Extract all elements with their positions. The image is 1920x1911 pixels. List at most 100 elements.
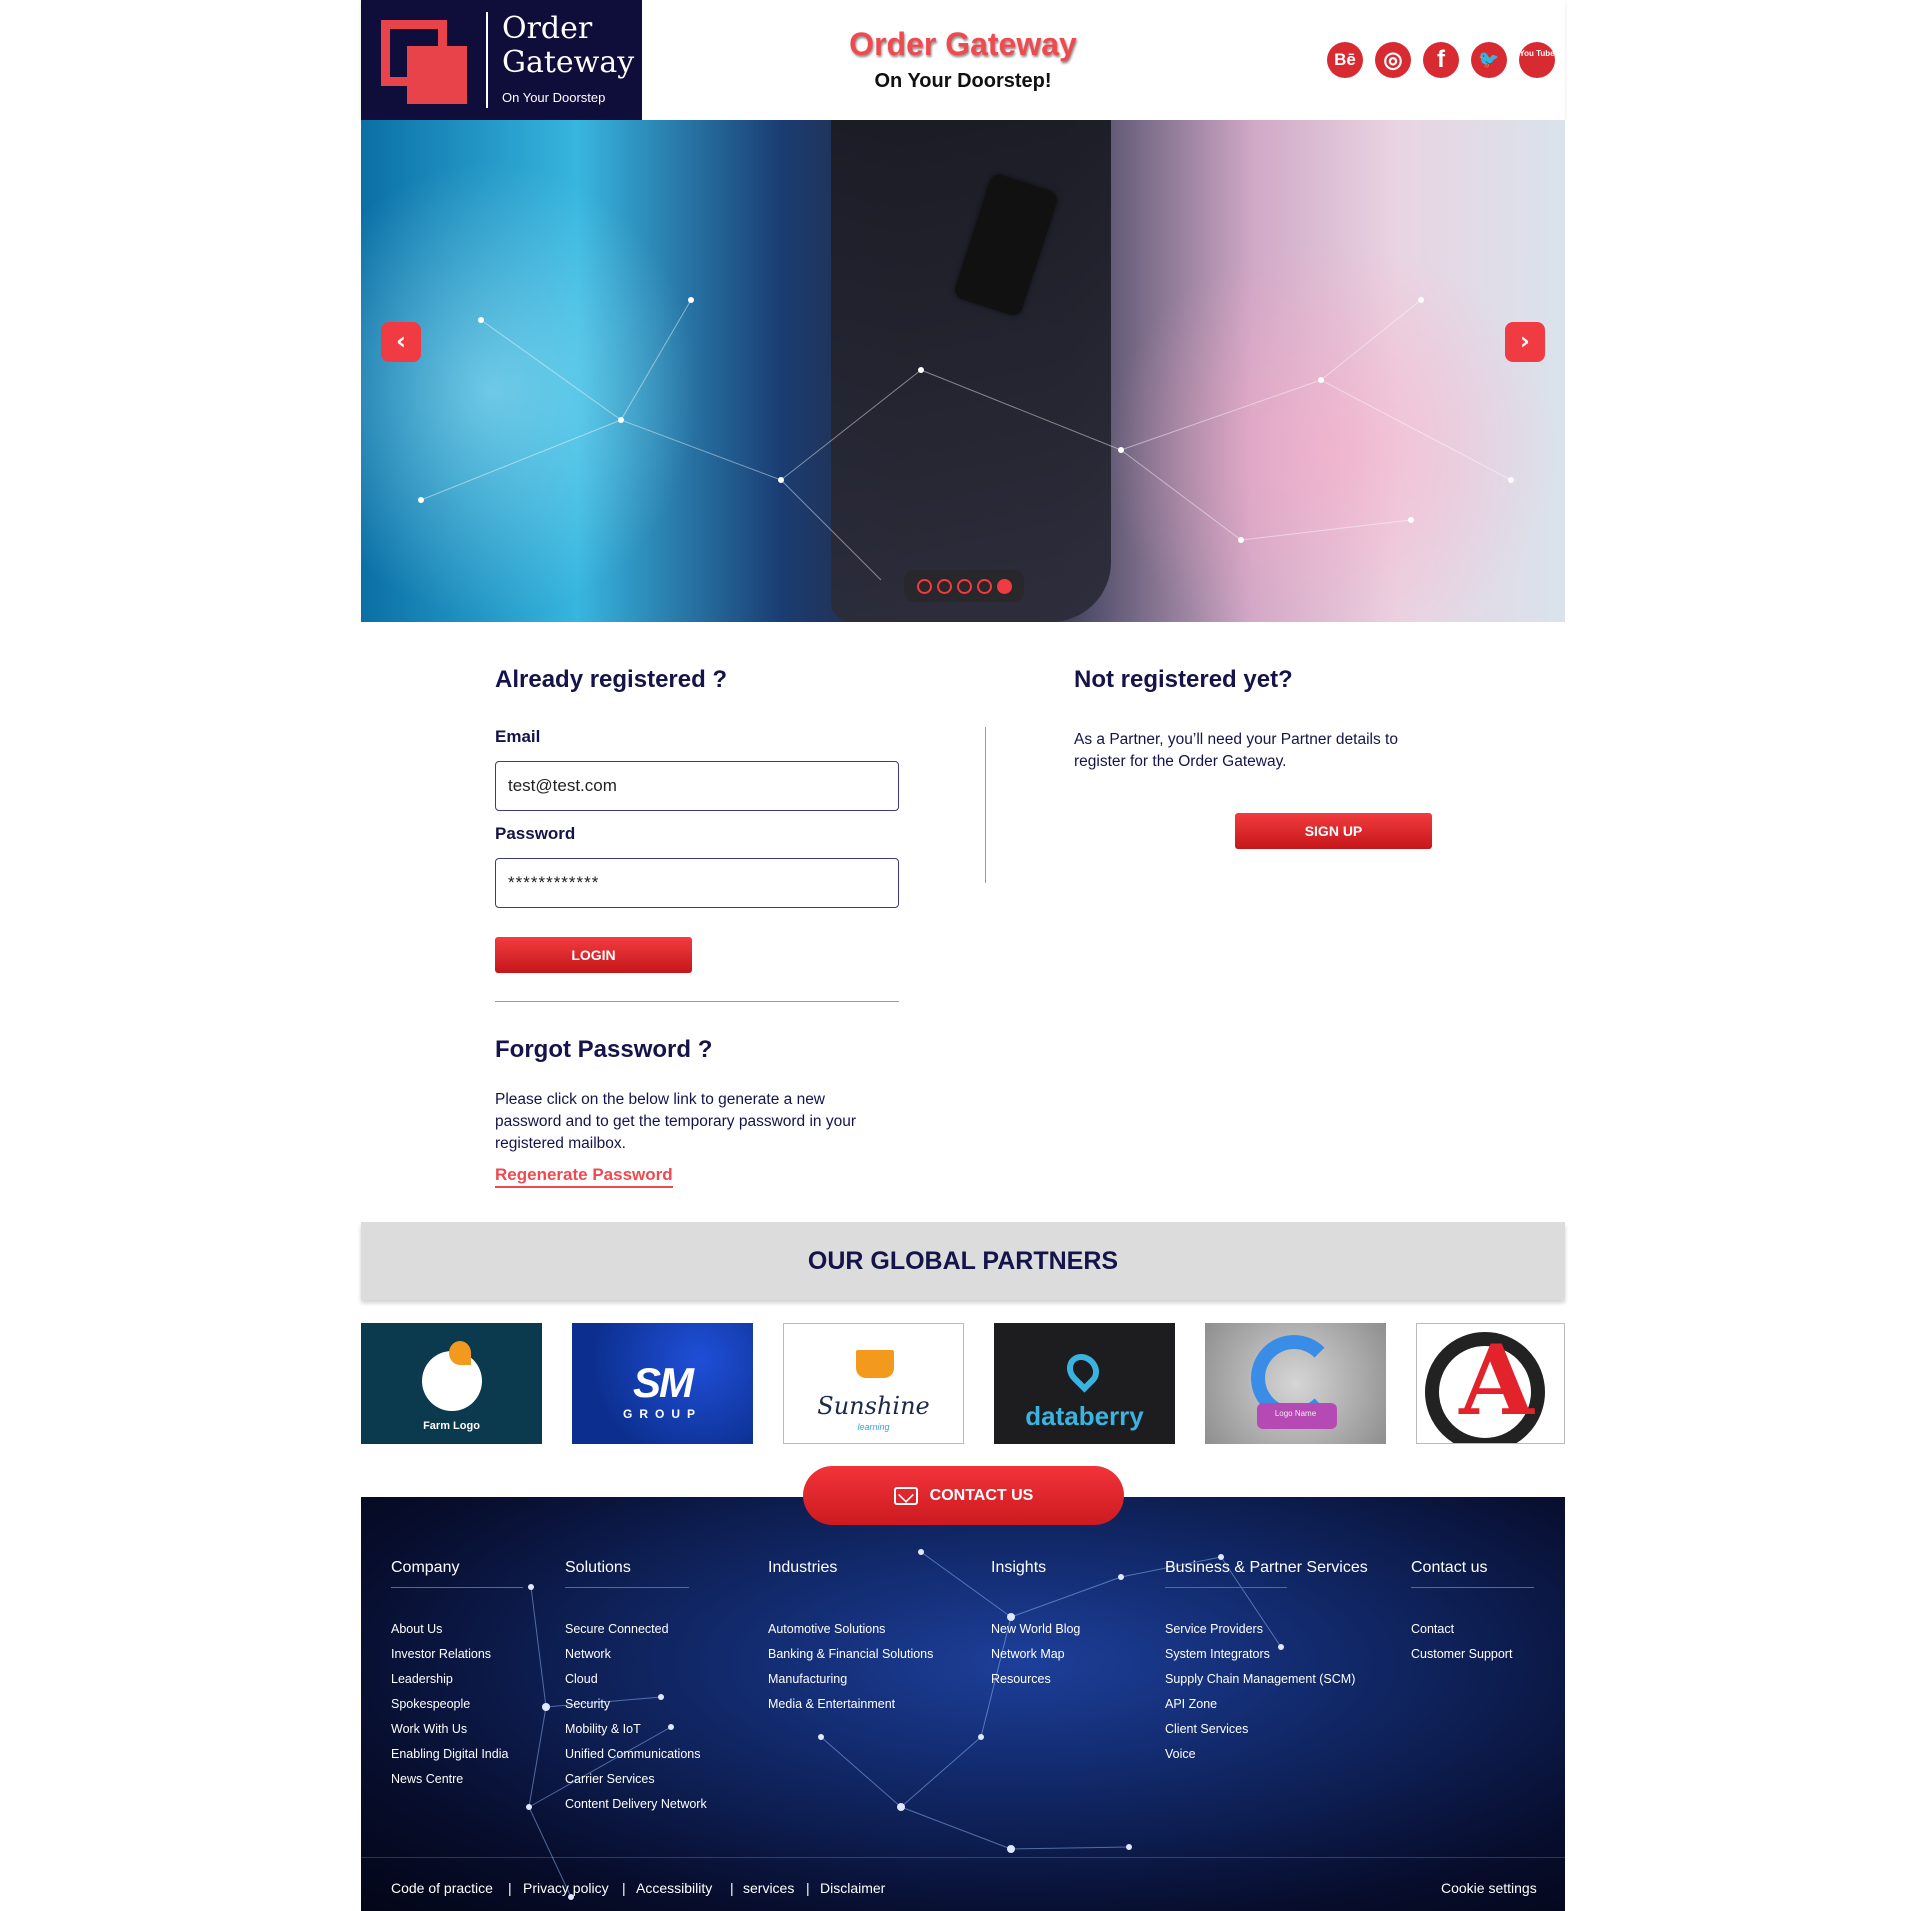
partner-logo-generic[interactable]: Logo Name (1205, 1323, 1386, 1444)
footer-list-industries: Automotive Solutions Banking & Financial… (768, 1617, 933, 1717)
partner-logo-sunshine[interactable]: Sunshine learning (783, 1323, 964, 1444)
footer-link[interactable]: API Zone (1165, 1692, 1355, 1717)
footer-link[interactable]: Enabling Digital India (391, 1742, 508, 1767)
regenerate-password-link[interactable]: Regenerate Password (495, 1165, 673, 1188)
mail-icon (893, 1486, 918, 1505)
carousel-dot-active[interactable] (996, 578, 1012, 594)
legal-separator: | (806, 1880, 810, 1896)
forgot-text-line: Please click on the below link to genera… (495, 1091, 826, 1108)
footer-link[interactable]: Media & Entertainment (768, 1692, 933, 1717)
contact-us-button[interactable]: CONTACT US (803, 1466, 1124, 1525)
legal-link-disclaimer[interactable]: Disclaimer (820, 1880, 885, 1896)
carousel-prev-button[interactable]: ‹ (381, 322, 421, 362)
footer-link[interactable]: News Centre (391, 1767, 508, 1792)
footer-link[interactable]: Manufacturing (768, 1667, 933, 1692)
partner-logo-databerry[interactable]: databerry (994, 1323, 1175, 1444)
footer-link[interactable]: Network (565, 1642, 707, 1667)
password-field[interactable] (495, 858, 899, 908)
legal-link-privacy-policy[interactable]: Privacy policy (523, 1880, 609, 1896)
sign-up-button[interactable]: SIGN UP (1235, 813, 1432, 849)
forgot-text-line: password and to get the temporary passwo… (495, 1113, 856, 1130)
legal-link-accessibility[interactable]: Accessibility (636, 1880, 712, 1896)
footer-link[interactable]: Customer Support (1411, 1642, 1512, 1667)
footer-link[interactable]: Secure Connected (565, 1617, 707, 1642)
hero-carousel: ‹ › (361, 120, 1565, 622)
footer-link[interactable]: Work With Us (391, 1717, 508, 1742)
footer-link[interactable]: Unified Communications (565, 1742, 707, 1767)
partner-logo-label: Logo Name (1274, 1409, 1317, 1418)
footer-link[interactable]: Investor Relations (391, 1642, 508, 1667)
partner-logo-sm-group[interactable]: SM GROUP (572, 1323, 753, 1444)
footer-link[interactable]: New World Blog (991, 1617, 1080, 1642)
register-text: As a Partner, you’ll need your Partner d… (1074, 729, 1454, 773)
partners-banner: OUR GLOBAL PARTNERS (361, 1222, 1565, 1300)
footer-list-contact: Contact Customer Support (1411, 1617, 1512, 1667)
page: Order Gateway On Your Doorstep Order Gat… (361, 0, 1565, 1911)
partner-logo-sublabel: GROUP (622, 1407, 702, 1421)
cookie-settings-link[interactable]: Cookie settings (1441, 1880, 1537, 1896)
carousel-dot[interactable] (916, 578, 932, 594)
footer-link[interactable]: Voice (1165, 1742, 1355, 1767)
carousel-dot[interactable] (956, 578, 972, 594)
legal-link-services[interactable]: services (743, 1880, 794, 1896)
footer-link[interactable]: Leadership (391, 1667, 508, 1692)
footer-link[interactable]: Client Services (1165, 1717, 1355, 1742)
footer-heading-industries: Industries (768, 1559, 838, 1576)
email-label: Email (495, 727, 541, 746)
footer-heading-solutions: Solutions (565, 1559, 631, 1576)
register-text-line: As a Partner, you’ll need your Partner d… (1074, 731, 1398, 748)
dribbble-icon[interactable]: ◎ (1375, 42, 1411, 78)
footer-link[interactable]: Carrier Services (565, 1767, 707, 1792)
youtube-icon[interactable]: You Tube (1519, 42, 1555, 78)
carousel-dot[interactable] (976, 578, 992, 594)
forgot-text: Please click on the below link to genera… (495, 1089, 915, 1155)
berry-icon (1060, 1347, 1106, 1393)
footer-link[interactable]: System Integrators (1165, 1642, 1355, 1667)
footer-link[interactable]: Cloud (565, 1667, 707, 1692)
behance-icon[interactable]: Bē (1327, 42, 1363, 78)
footer-bottom-divider (361, 1857, 1565, 1858)
footer-link[interactable]: Content Delivery Network (565, 1792, 707, 1817)
rooster-comb-icon (449, 1341, 471, 1365)
legal-separator: | (508, 1880, 512, 1896)
facebook-icon[interactable]: f (1423, 42, 1459, 78)
partner-logo-label: databerry (1025, 1401, 1144, 1431)
email-field[interactable] (495, 761, 899, 811)
legal-link-code-of-practice[interactable]: Code of practice (391, 1880, 493, 1896)
partner-logo-label: SM (633, 1359, 694, 1406)
footer-heading-underline (1165, 1587, 1287, 1588)
footer-link[interactable]: Supply Chain Management (SCM) (1165, 1667, 1355, 1692)
carousel-dot[interactable] (936, 578, 952, 594)
footer-heading-underline (1411, 1587, 1534, 1588)
footer-list-business-partner: Service Providers System Integrators Sup… (1165, 1617, 1355, 1767)
footer-network-graphic (526, 1549, 1284, 1900)
footer-link[interactable]: Banking & Financial Solutions (768, 1642, 933, 1667)
carousel-indicators (904, 570, 1024, 602)
footer-link[interactable]: Contact (1411, 1617, 1512, 1642)
column-divider (985, 727, 986, 883)
footer-link[interactable]: Resources (991, 1667, 1080, 1692)
contact-us-label: CONTACT US (929, 1486, 1034, 1504)
register-text-line: register for the Order Gateway. (1074, 753, 1287, 770)
footer-heading-underline (565, 1587, 689, 1588)
footer-link[interactable]: Security (565, 1692, 707, 1717)
login-button[interactable]: LOGIN (495, 937, 692, 973)
password-label: Password (495, 824, 576, 843)
partner-logo-farm[interactable]: Farm Logo (361, 1323, 542, 1444)
twitter-icon[interactable]: 🐦 (1471, 42, 1507, 78)
partner-logo-label: A (1459, 1324, 1534, 1437)
footer-link[interactable]: Mobility & IoT (565, 1717, 707, 1742)
partner-logo-label: Farm Logo (423, 1420, 480, 1432)
footer-heading-business-partner: Business & Partner Services (1165, 1559, 1368, 1576)
footer-link[interactable]: About Us (391, 1617, 508, 1642)
partner-logo-a4[interactable]: A (1416, 1323, 1565, 1444)
footer-link[interactable]: Network Map (991, 1642, 1080, 1667)
footer-link[interactable]: Spokespeople (391, 1692, 508, 1717)
footer: Company About Us Investor Relations Lead… (361, 1497, 1565, 1911)
footer-link[interactable]: Service Providers (1165, 1617, 1355, 1642)
footer-list-solutions: Secure Connected Network Cloud Security … (565, 1617, 707, 1817)
form-divider (495, 1001, 899, 1002)
carousel-next-button[interactable]: › (1505, 322, 1545, 362)
legal-separator: | (730, 1880, 734, 1896)
footer-link[interactable]: Automotive Solutions (768, 1617, 933, 1642)
